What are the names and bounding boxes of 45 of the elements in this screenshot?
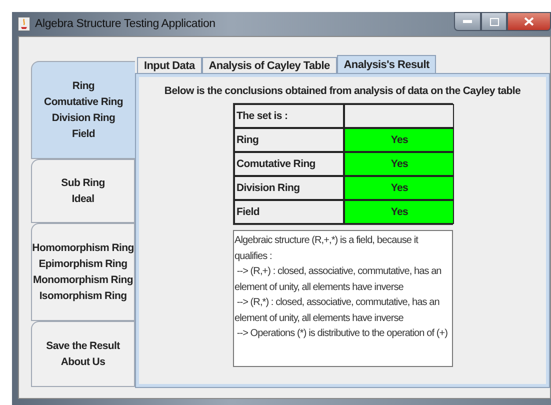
- conclusion-line: element of unity, all elements have inverse: [234, 312, 404, 326]
- result-cell: Yes: [344, 152, 454, 176]
- table-cell: Division Ring: [234, 176, 344, 200]
- sidebar-tab-label: Sub Ring: [61, 176, 105, 191]
- sidebar-tab-label: Ideal: [72, 192, 94, 207]
- conclusion-line: qualifies :: [234, 250, 273, 264]
- sidebar-tab-label: Isomorphism Ring: [39, 289, 127, 304]
- tab[interactable]: Analysis of Cayley Table: [202, 57, 337, 73]
- close-button[interactable]: [507, 12, 551, 31]
- sidebar-tab-label: Division Ring: [52, 111, 116, 126]
- table-header-cell: The set is :: [234, 104, 344, 128]
- tab[interactable]: Analysis's Result: [336, 55, 436, 73]
- sidebar-tab[interactable]: Sub Ring Ideal: [31, 159, 135, 223]
- result-cell: Yes: [344, 176, 454, 200]
- window-title: Algebra Structure Testing Application: [35, 18, 216, 30]
- table-cell: Ring: [234, 128, 344, 152]
- result-cell: Yes: [344, 200, 454, 224]
- conclusion-line: element of unity, all elements have inverse: [234, 280, 404, 294]
- tab[interactable]: Input Data: [137, 57, 202, 73]
- sidebar-tab-label: Field: [72, 127, 95, 142]
- result-cell: Yes: [344, 128, 454, 152]
- results-heading: Below is the conclusions obtained from analysis of data on the Cayley table: [164, 85, 521, 97]
- conclusion-line: --> (R,+) : closed, associative, commutative, has an: [236, 265, 442, 279]
- maximize-button[interactable]: [481, 12, 507, 31]
- sidebar-tab-label: Comutative Ring: [44, 95, 123, 110]
- sidebar-tab-label: Save the Result: [46, 339, 120, 354]
- sidebar-tab[interactable]: Save the Result About Us: [31, 321, 135, 387]
- conclusion-line: --> Operations (*) is distributive to the operation of (+): [236, 327, 449, 341]
- minimize-button[interactable]: [454, 12, 481, 31]
- conclusion-line: Algebraic structure (R,+,*) is a field, because it: [234, 234, 420, 248]
- table-cell: Field: [234, 200, 344, 224]
- conclusion-line: --> (R,*) : closed, associative, commutative, has an: [236, 296, 440, 310]
- sidebar-tab-label: About Us: [60, 355, 106, 370]
- java-cup-icon: [18, 17, 30, 31]
- sidebar-tab-label: Epimorphism Ring: [38, 257, 128, 272]
- minimize-icon: [463, 20, 472, 23]
- maximize-icon: [490, 18, 498, 26]
- sidebar-tab-label: Homomorphism Ring: [32, 241, 134, 256]
- conclusion-text-area[interactable]: [232, 230, 452, 367]
- sidebar-tab-label: Monomorphism Ring: [33, 273, 133, 288]
- close-icon: [524, 17, 534, 26]
- sidebar-tab[interactable]: Ring Comutative Ring Division Ring Field: [31, 61, 135, 159]
- table-cell: Comutative Ring: [234, 152, 344, 176]
- sidebar-tab-label: Ring: [72, 79, 95, 94]
- sidebar-tab[interactable]: Homomorphism Ring Epimorphism Ring Monomorphism Ring Isomorphism Ring: [31, 223, 135, 321]
